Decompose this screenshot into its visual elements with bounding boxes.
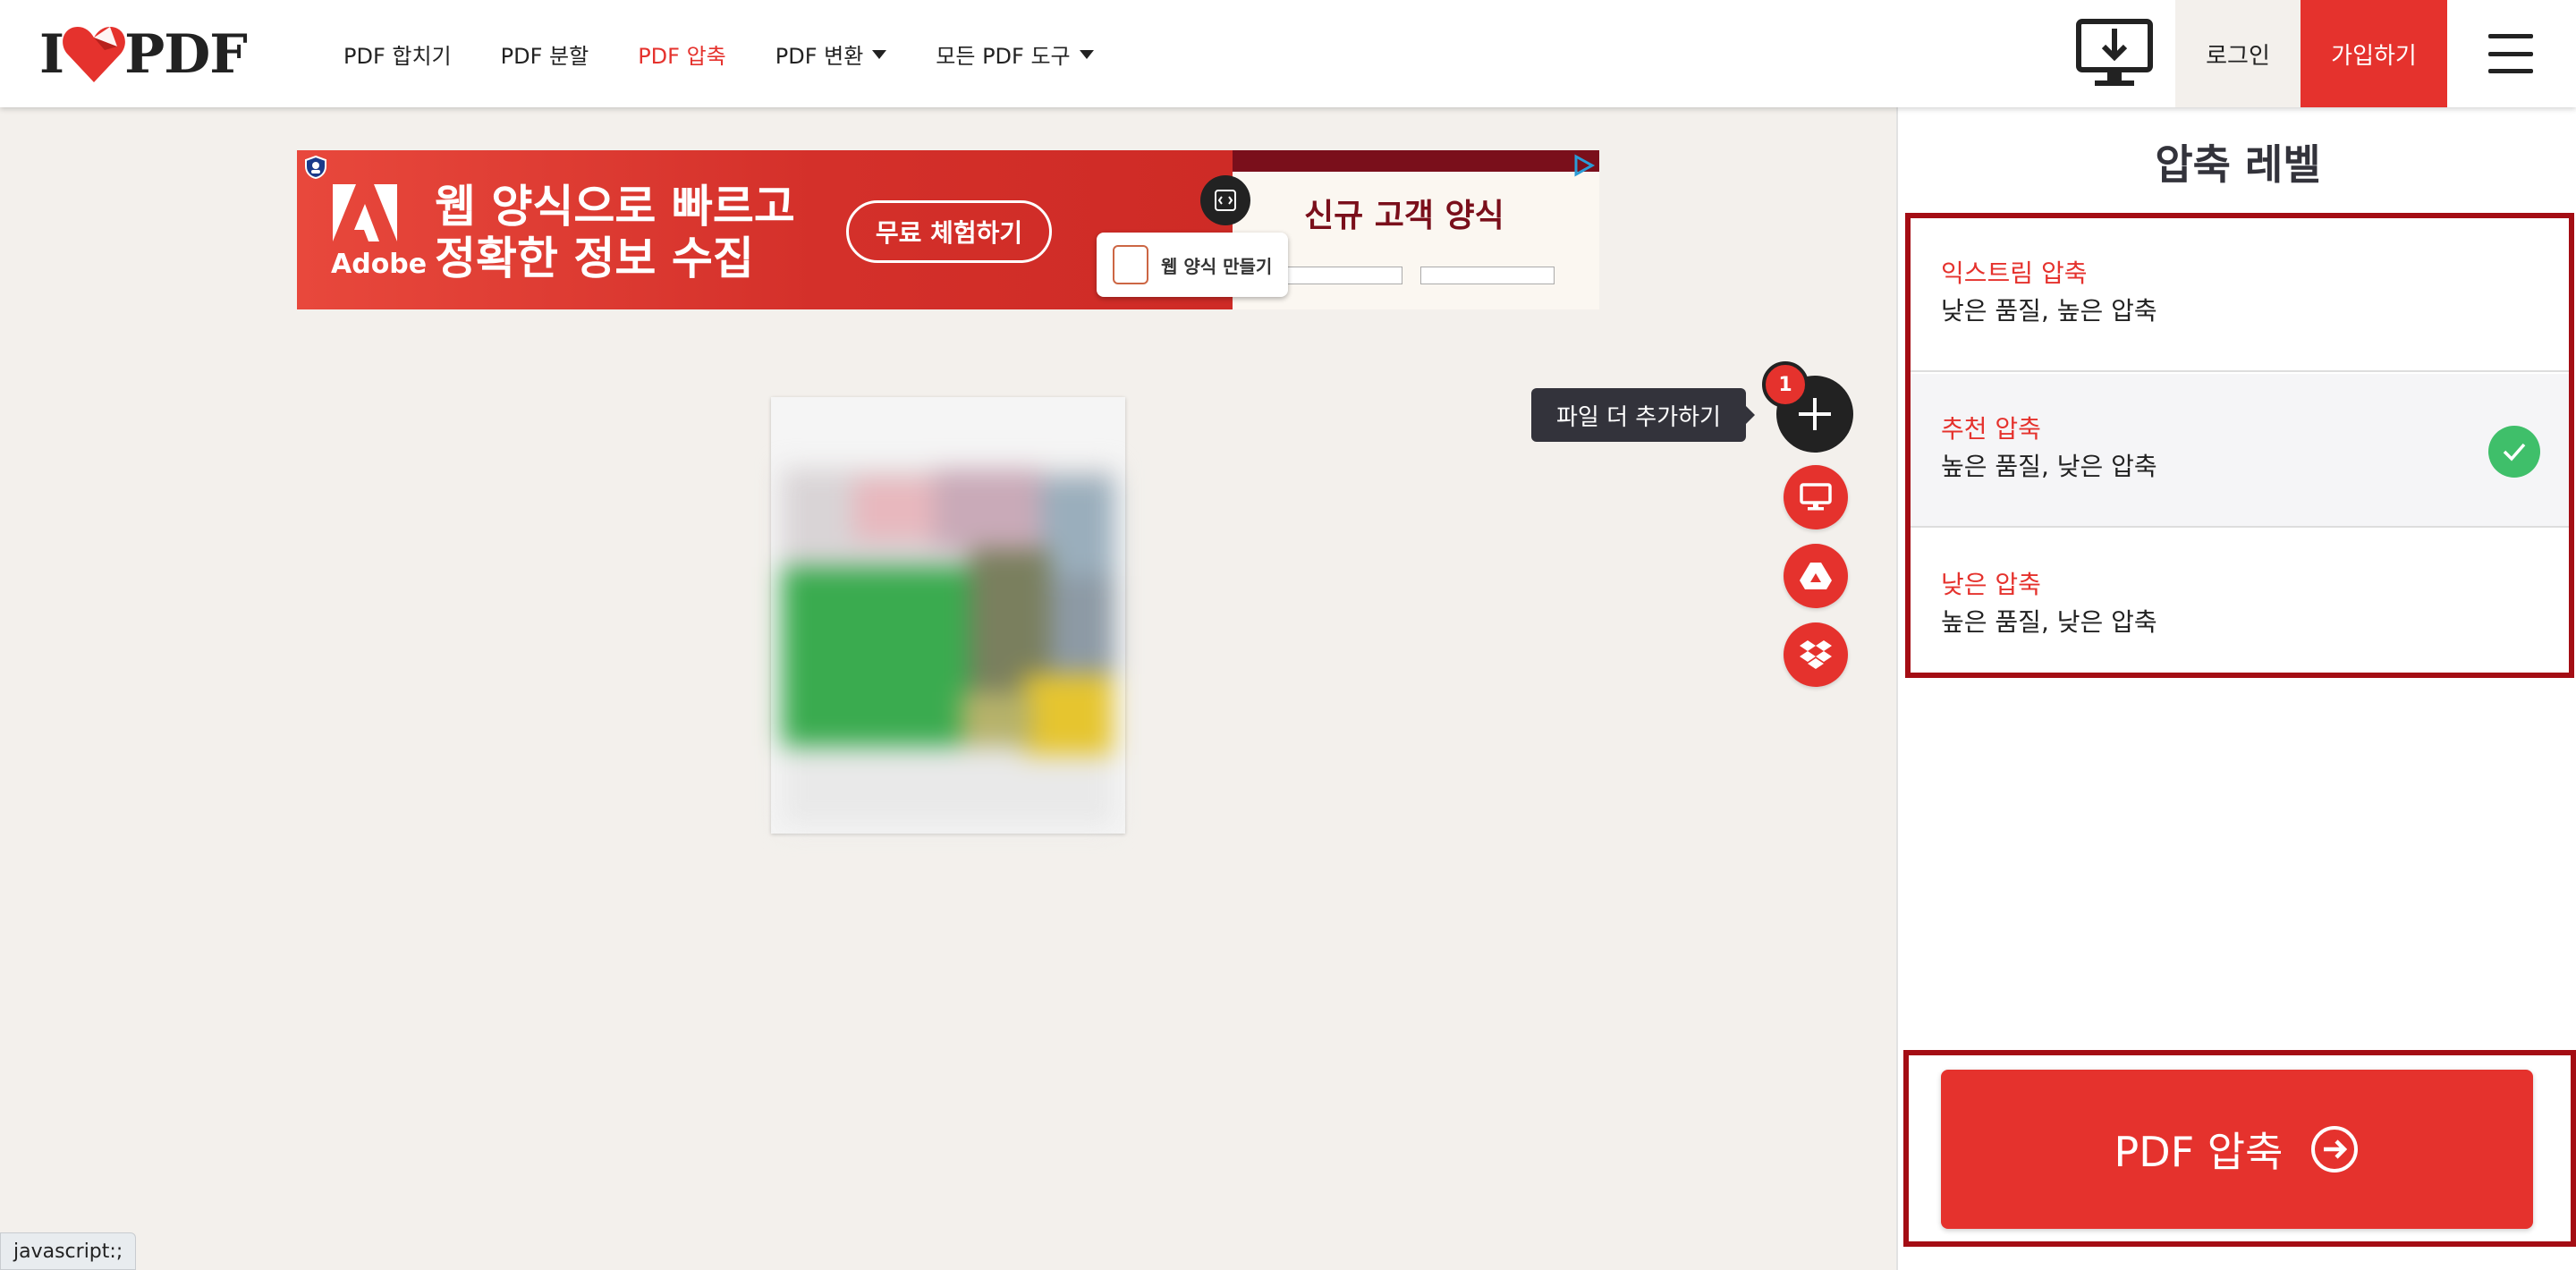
menu-line — [2488, 51, 2533, 56]
computer-icon — [1800, 483, 1832, 511]
level-recommended-desc: 높은 품질, 낮은 압축 — [1941, 452, 2157, 481]
privacy-shield-icon[interactable] — [304, 156, 327, 179]
desktop-download-button[interactable] — [2075, 18, 2154, 89]
compression-sidebar: 압축 레벨 익스트림 압축 낮은 품질, 높은 압축 추천 압축 높은 품질, … — [1896, 107, 2576, 1270]
nav-split-pdf[interactable]: PDF 분할 — [501, 38, 589, 70]
nav-compress-pdf[interactable]: PDF 압축 — [638, 38, 726, 70]
level-extreme-name: 익스트림 압축 — [1941, 258, 2088, 288]
plus-icon — [1799, 398, 1831, 430]
signup-button[interactable]: 가입하기 — [2301, 0, 2447, 107]
compress-pdf-button[interactable]: PDF 압축 — [1941, 1070, 2533, 1229]
check-icon — [2488, 426, 2540, 478]
nav-compress-pdf-label: PDF 압축 — [638, 43, 726, 69]
ad-brand: Adobe — [331, 249, 428, 280]
nav-all-tools[interactable]: 모든 PDF 도구 — [936, 38, 1094, 70]
pdf-thumbnail — [782, 469, 1114, 826]
heart-logo-icon — [63, 27, 125, 82]
main-nav: PDF 합치기 PDF 분할 PDF 압축 PDF 변환 모든 PDF 도구 — [343, 0, 1143, 107]
level-extreme-desc: 낮은 품질, 높은 압축 — [1941, 296, 2157, 326]
caret-down-icon — [872, 50, 887, 59]
level-low-desc: 높은 품질, 낮은 압축 — [1941, 607, 2157, 637]
ad-cta-button[interactable]: 무료 체험하기 — [846, 200, 1052, 263]
ad-headline-line1: 웹 양식으로 빠르고 — [435, 181, 795, 233]
caret-down-icon — [1079, 50, 1094, 59]
ad-form-header-bar — [1233, 150, 1599, 172]
code-icon — [1215, 190, 1236, 211]
ad-headline: 웹 양식으로 빠르고 정확한 정보 수집 — [435, 181, 795, 284]
compression-level-title: 압축 레벨 — [2155, 140, 2321, 189]
compress-button-container: PDF 압축 — [1903, 1050, 2576, 1247]
ad-form-field — [1420, 267, 1555, 284]
level-low-option[interactable]: 낮은 압축 높은 품질, 낮은 압축 — [1911, 529, 2569, 683]
compression-level-list: 익스트림 압축 낮은 품질, 높은 압축 추천 압축 높은 품질, 낮은 압축 … — [1905, 213, 2574, 678]
ad-form-title: 신규 고객 양식 — [1304, 198, 1504, 234]
adchoices-icon[interactable] — [1571, 154, 1596, 177]
ad-banner[interactable]: Adobe 웹 양식으로 빠르고 정확한 정보 수집 무료 체험하기 신규 고객… — [297, 150, 1599, 309]
nav-merge-pdf[interactable]: PDF 합치기 — [343, 38, 452, 70]
desktop-download-icon — [2076, 19, 2153, 86]
menu-line — [2488, 69, 2533, 73]
tooltip-arrow — [1746, 406, 1755, 424]
ilovepdf-logo[interactable]: I PDF — [39, 23, 248, 86]
compress-pdf-label: PDF 압축 — [2114, 1128, 2284, 1176]
nav-merge-pdf-label: PDF 합치기 — [343, 43, 452, 69]
pdf-file-card[interactable] — [771, 397, 1125, 834]
logo-text-pdf: PDF — [124, 23, 248, 86]
upload-from-computer-button[interactable] — [1784, 465, 1848, 529]
level-extreme-option[interactable]: 익스트림 압축 낮은 품질, 높은 압축 — [1911, 218, 2569, 372]
ad-left-panel: Adobe 웹 양식으로 빠르고 정확한 정보 수집 무료 체험하기 — [297, 150, 1233, 309]
upload-from-dropbox-button[interactable] — [1784, 622, 1848, 687]
upload-from-google-drive-button[interactable] — [1784, 544, 1848, 608]
nav-split-pdf-label: PDF 분할 — [500, 43, 589, 69]
browser-status-bar: javascript:; — [0, 1232, 137, 1270]
google-drive-icon — [1800, 563, 1832, 589]
level-recommended-option[interactable]: 추천 압축 높은 품질, 낮은 압축 — [1911, 374, 2569, 528]
ad-make-form-label: 웹 양식 만들기 — [1161, 255, 1273, 277]
level-recommended-name: 추천 압축 — [1941, 414, 2041, 444]
arrow-right-circle-icon — [2311, 1126, 2359, 1173]
file-count-badge: 1 — [1762, 361, 1809, 408]
blurred-thumbnail-image — [782, 469, 1114, 826]
document-code-icon — [1113, 245, 1148, 284]
ad-headline-line2: 정확한 정보 수집 — [435, 233, 754, 284]
ad-code-badge — [1200, 175, 1250, 225]
top-header: I PDF PDF 합치기 PDF 분할 PDF 압축 PDF 변환 모든 PD… — [0, 0, 2576, 107]
menu-line — [2488, 34, 2533, 38]
add-files-tooltip: 파일 더 추가하기 — [1531, 388, 1746, 442]
adobe-logo-icon — [333, 184, 397, 241]
login-button[interactable]: 로그인 — [2175, 0, 2301, 107]
nav-convert-pdf[interactable]: PDF 변환 — [775, 38, 887, 70]
level-low-name: 낮은 압축 — [1941, 570, 2041, 599]
nav-convert-pdf-label: PDF 변환 — [775, 43, 864, 69]
ad-make-form-card: 웹 양식 만들기 — [1097, 233, 1288, 297]
dropbox-icon — [1800, 640, 1832, 669]
hamburger-menu-icon[interactable] — [2488, 34, 2533, 73]
nav-all-tools-label: 모든 PDF 도구 — [936, 43, 1071, 69]
